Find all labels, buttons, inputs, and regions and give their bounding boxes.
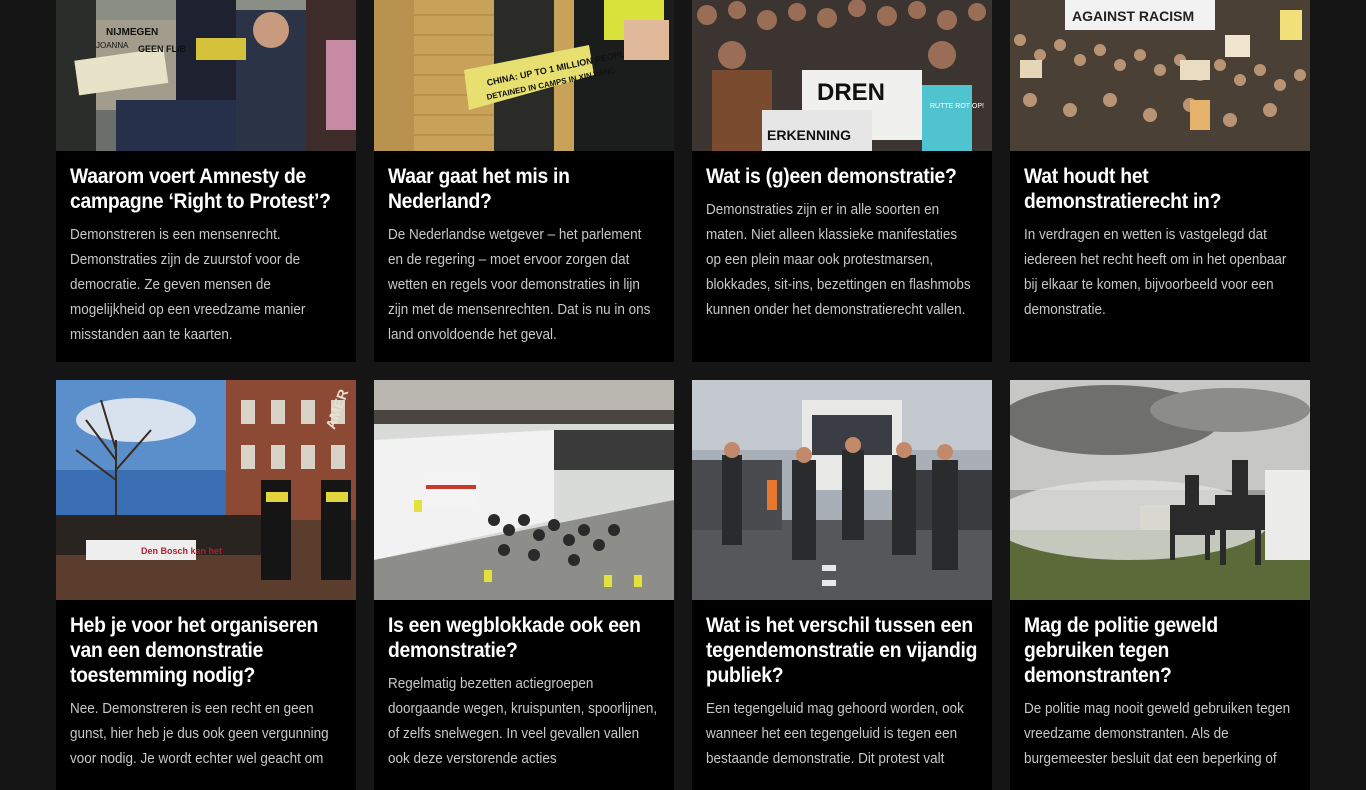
card-title[interactable]: Mag de politie geweld gebruiken tegen de…: [1024, 613, 1295, 688]
sign-text: NIJMEGEN: [106, 27, 158, 38]
card-grid: NIJMEGEN GEEN FLIB JOANNA Waarom voert A…: [56, 0, 1310, 790]
card-title[interactable]: Heb je voor het organiseren van een demo…: [70, 613, 341, 688]
banner-text: ERKENNING: [767, 127, 851, 143]
card-image[interactable]: [374, 380, 674, 600]
card-wat-is-geen-demonstratie[interactable]: DREN ERKENNING RUTTE ROT OP! Wat is (g)e…: [692, 0, 992, 362]
card-image[interactable]: NIJMEGEN GEEN FLIB JOANNA: [56, 0, 356, 151]
card-body: Heb je voor het organiseren van een demo…: [56, 600, 356, 790]
card-image[interactable]: [692, 380, 992, 600]
card-text: De politie mag nooit geweld gebruiken te…: [1024, 701, 1291, 767]
card-body: Is een wegblokkade ook een demonstratie?…: [374, 600, 674, 790]
mounted-police-photo: [1010, 380, 1310, 600]
police-banner-photo: CHINA: UP TO 1 MILLION PEOPLE DETAINED I…: [374, 0, 674, 151]
banner-text: Den Bosch kan het: [141, 546, 222, 556]
card-text: Nee. Demonstreren is een recht en geen g…: [70, 701, 329, 767]
card-text: Demonstraties zijn er in alle soorten en…: [706, 202, 971, 318]
card-image[interactable]: DREN ERKENNING RUTTE ROT OP!: [692, 0, 992, 151]
card-text: In verdragen en wetten is vastgelegd dat…: [1024, 227, 1287, 318]
card-title[interactable]: Is een wegblokkade ook een demonstratie?: [388, 613, 659, 663]
card-waar-gaat-het-mis[interactable]: CHINA: UP TO 1 MILLION PEOPLE DETAINED I…: [374, 0, 674, 362]
card-text: Demonstreren is een mensenrecht. Demonst…: [70, 227, 306, 343]
card-text: De Nederlandse wetgever – het parlement …: [388, 227, 651, 343]
card-text: Een tegengeluid mag gehoord worden, ook …: [706, 701, 964, 767]
road-bus-photo: [692, 380, 992, 600]
card-image[interactable]: [1010, 380, 1310, 600]
card-body: Wat is het verschil tussen een tegendemo…: [692, 600, 992, 790]
card-tegendemonstratie[interactable]: Wat is het verschil tussen een tegendemo…: [692, 380, 992, 790]
card-body: Waarom voert Amnesty de campagne ‘Right …: [56, 151, 356, 366]
banner-text: AGAINST RACISM: [1072, 8, 1194, 24]
sign-text: GEEN FLIB: [138, 44, 187, 54]
card-demonstratierecht[interactable]: AGAINST RACISM Wat houdt het demonstrati…: [1010, 0, 1310, 362]
card-body: Wat is (g)een demonstratie? Demonstratie…: [692, 151, 992, 341]
card-title[interactable]: Wat houdt het demonstratierecht in?: [1024, 164, 1295, 214]
card-image[interactable]: AMER Den Bosch kan het: [56, 380, 356, 600]
card-wegblokkade[interactable]: Is een wegblokkade ook een demonstratie?…: [374, 380, 674, 790]
highway-blockade-photo: [374, 380, 674, 600]
protest-photo: NIJMEGEN GEEN FLIB JOANNA: [56, 0, 356, 151]
card-title[interactable]: Wat is het verschil tussen een tegendemo…: [706, 613, 977, 688]
card-body: Wat houdt het demonstratierecht in? In v…: [1010, 151, 1310, 341]
card-body: Mag de politie geweld gebruiken tegen de…: [1010, 600, 1310, 790]
card-title[interactable]: Waar gaat het mis in Nederland?: [388, 164, 659, 214]
card-image[interactable]: AGAINST RACISM: [1010, 0, 1310, 151]
card-title[interactable]: Wat is (g)een demonstratie?: [706, 164, 977, 189]
card-title[interactable]: Waarom voert Amnesty de campagne ‘Right …: [70, 164, 341, 214]
card-politie-geweld[interactable]: Mag de politie geweld gebruiken tegen de…: [1010, 380, 1310, 790]
card-text: Regelmatig bezetten actiegroepen doorgaa…: [388, 676, 658, 767]
card-right-to-protest[interactable]: NIJMEGEN GEEN FLIB JOANNA Waarom voert A…: [56, 0, 356, 362]
sign-text: RUTTE ROT OP!: [930, 103, 984, 110]
card-body: Waar gaat het mis in Nederland? De Neder…: [374, 151, 674, 366]
street-police-photo: AMER Den Bosch kan het: [56, 380, 356, 600]
card-toestemming[interactable]: AMER Den Bosch kan het Heb je voor het o…: [56, 380, 356, 790]
banner-text: DREN: [817, 79, 885, 106]
crowd-banner-photo: DREN ERKENNING RUTTE ROT OP!: [692, 0, 992, 151]
card-image[interactable]: CHINA: UP TO 1 MILLION PEOPLE DETAINED I…: [374, 0, 674, 151]
large-crowd-photo: AGAINST RACISM: [1010, 0, 1310, 151]
sign-text: JOANNA: [96, 41, 129, 50]
